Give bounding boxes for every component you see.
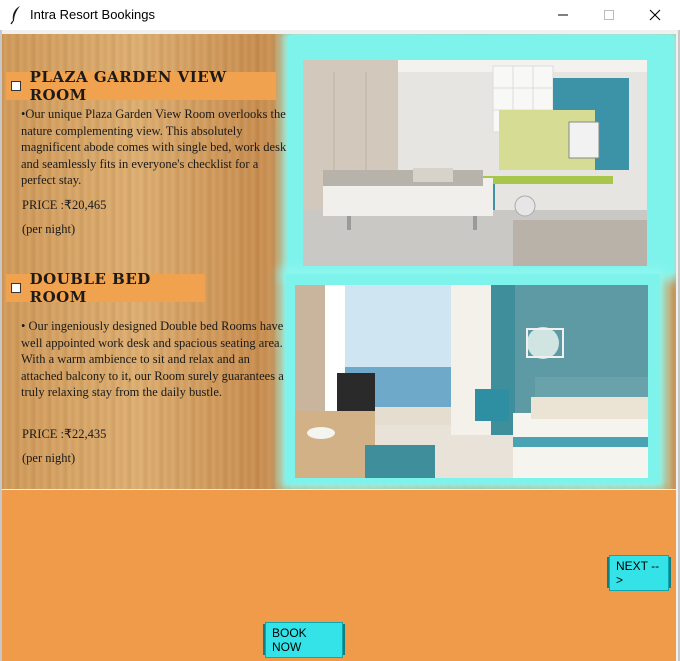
close-button[interactable] [632,0,678,30]
room-title: PLAZA GARDEN VIEW ROOM [29,68,227,104]
price-unit: (per night) [22,451,76,465]
room-price: PRICE :₹20,465 [22,198,107,212]
room-heading-plaza-garden: PLAZA GARDEN VIEW ROOM [6,68,276,104]
room-select-checkbox[interactable] [11,283,21,293]
room-heading-double-bed: DOUBLE BED ROOM [6,270,205,306]
feather-app-icon [8,5,24,25]
room-description: •Our unique Plaza Garden View Room overl… [21,107,287,187]
minimize-icon [558,14,568,16]
title-bar: Intra Resort Bookings [0,0,680,30]
book-now-button[interactable]: BOOK NOW [263,621,345,658]
close-icon [649,9,661,21]
rooms-panel: PLAZA GARDEN VIEW ROOM •Our unique Plaza… [2,34,676,489]
maximize-icon [604,10,614,20]
room-description: • Our ingeniously designed Double bed Ro… [21,319,284,399]
room-title: DOUBLE BED ROOM [29,270,151,306]
next-button[interactable]: NEXT --> [607,554,671,591]
plaza-garden-room-photo [303,60,647,266]
next-button-label: NEXT --> [609,554,669,591]
book-now-button-label: BOOK NOW [265,621,343,658]
room-price: PRICE :₹22,435 [22,427,107,441]
window-title: Intra Resort Bookings [30,7,156,22]
price-unit: (per night) [22,222,76,236]
minimize-button[interactable] [540,0,586,30]
maximize-button[interactable] [586,0,632,30]
room-select-checkbox[interactable] [11,81,21,91]
double-bed-room-photo [295,285,648,478]
action-panel: NEXT --> BOOK NOW [2,490,676,661]
